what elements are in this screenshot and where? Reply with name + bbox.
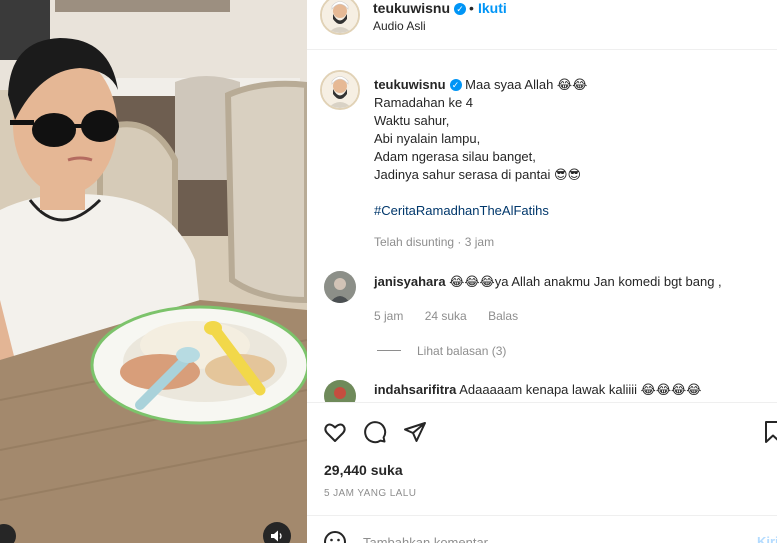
- edited-label: Telah disunting: [374, 235, 455, 249]
- post-time[interactable]: 5 JAM YANG LALU: [324, 488, 416, 499]
- post-header: teukuwisnu ✓ • Ikuti Audio Asli: [307, 0, 777, 50]
- comment-icon[interactable]: [363, 420, 387, 444]
- caption-line: Jadinya sahur serasa di pantai 😎😎: [374, 167, 582, 182]
- comment-time[interactable]: 5 jam: [374, 309, 403, 323]
- view-replies-label: Lihat balasan (3): [417, 344, 507, 358]
- likes-count[interactable]: 29,440 suka: [324, 462, 403, 478]
- caption-line: Adam ngerasa silau banget,: [374, 149, 536, 164]
- author-avatar[interactable]: [320, 0, 360, 35]
- caption-line: Maa syaa Allah 😂😂: [465, 77, 588, 92]
- commenter-username[interactable]: indahsarifitra: [374, 382, 456, 397]
- caption-line: Abi nyalain lampu,: [374, 131, 481, 146]
- heart-icon[interactable]: [323, 420, 347, 444]
- avatar-illustration-icon: [322, 72, 358, 108]
- original-audio-link[interactable]: Audio Asli: [373, 19, 426, 33]
- follow-button[interactable]: Ikuti: [478, 0, 507, 16]
- hashtag-link[interactable]: #CeritaRamadhanTheAlFatihs: [374, 202, 769, 220]
- bookmark-icon[interactable]: [761, 420, 777, 444]
- caption-time[interactable]: 3 jam: [465, 235, 494, 249]
- caption-line: Waktu sahur,: [374, 113, 450, 128]
- avatar-photo-icon: [324, 271, 356, 303]
- comment-meta: 5 jam 24 suka Balas: [374, 309, 536, 323]
- add-comment-bar: Tambahkan komentar... Kirim: [307, 515, 777, 543]
- speaker-icon: [271, 530, 282, 542]
- post-panel: teukuwisnu ✓ • Ikuti Audio Asli teukuwisn…: [307, 0, 777, 543]
- post-video[interactable]: [0, 0, 307, 543]
- audio-toggle-button[interactable]: [263, 522, 291, 543]
- video-frame: [0, 0, 307, 543]
- avatar-illustration-icon: [322, 0, 358, 33]
- verified-badge-icon: ✓: [449, 79, 462, 91]
- paper-plane-icon[interactable]: [403, 420, 427, 444]
- emoji-icon[interactable]: [323, 530, 347, 543]
- caption-first-line: teukuwisnu ✓ Maa syaa Allah 😂😂: [374, 76, 769, 94]
- caption-line: Ramadahan ke 4: [374, 95, 474, 110]
- caption-author-avatar[interactable]: [320, 70, 360, 110]
- comment-likes[interactable]: 24 suka: [425, 309, 467, 323]
- comment-text: indahsarifitra Adaaaaam kenapa lawak kal…: [374, 381, 701, 399]
- view-replies-button[interactable]: Lihat balasan (3): [377, 344, 506, 358]
- comment-body: 😂😂😂ya Allah anakmu Jan komedi bgt bang ,: [449, 274, 722, 289]
- commenter-username[interactable]: janisyahara: [374, 274, 446, 289]
- post-comment-button[interactable]: Kirim: [757, 534, 777, 543]
- verified-badge-icon: ✓: [454, 3, 467, 15]
- reply-button[interactable]: Balas: [488, 309, 518, 323]
- comment-input[interactable]: Tambahkan komentar...: [363, 535, 498, 543]
- comment-body: Adaaaaam kenapa lawak kaliiii 😂😂😂😂: [459, 382, 702, 397]
- meta-dot: ·: [457, 235, 462, 249]
- replies-divider: [377, 350, 401, 351]
- commenter-avatar[interactable]: [324, 271, 356, 303]
- caption-meta: Telah disunting · 3 jam: [374, 235, 494, 249]
- caption-username[interactable]: teukuwisnu: [374, 77, 446, 92]
- header-separator: •: [469, 0, 474, 16]
- caption-text: teukuwisnu ✓ Maa syaa Allah 😂😂 Ramadahan …: [374, 76, 769, 220]
- author-username[interactable]: teukuwisnu ✓: [373, 0, 467, 16]
- comment-text: janisyahara 😂😂😂ya Allah anakmu Jan komed…: [374, 273, 722, 291]
